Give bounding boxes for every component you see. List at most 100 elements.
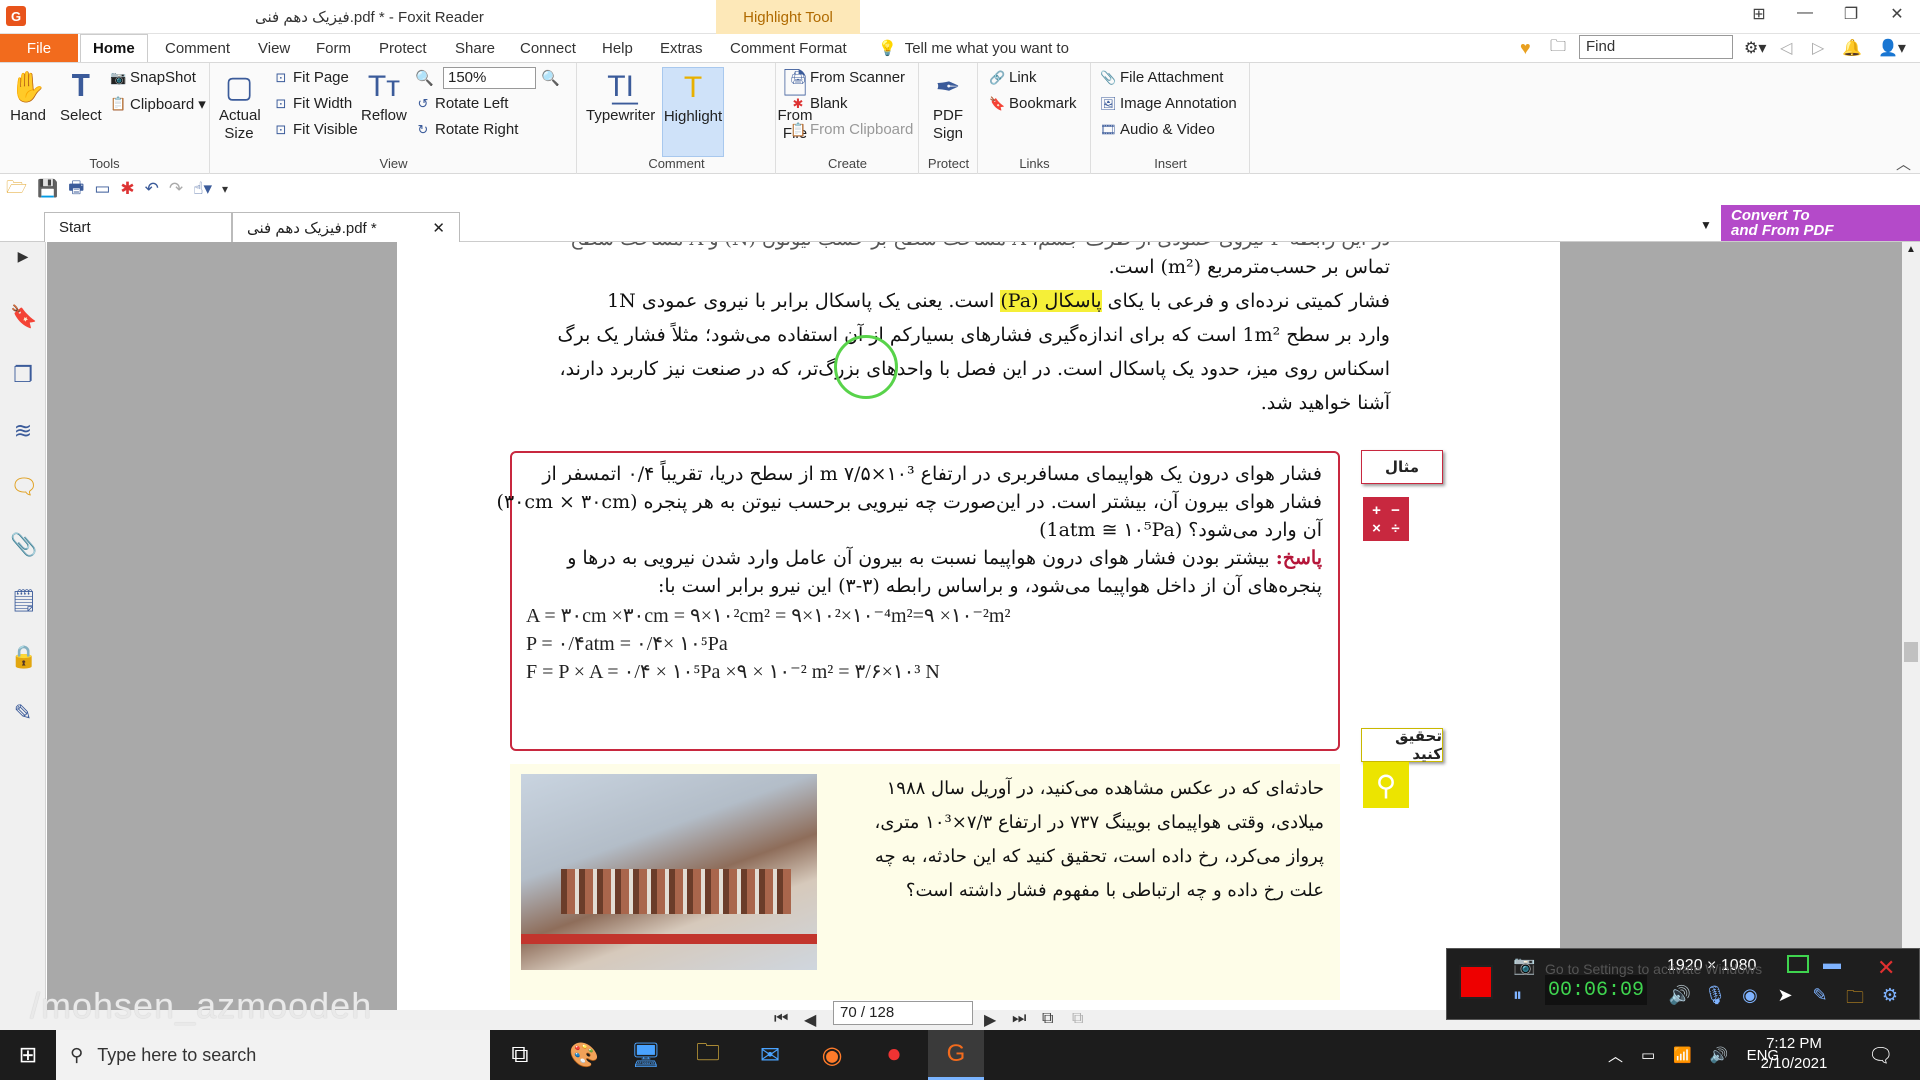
find-input[interactable]: Find [1579, 35, 1733, 59]
fit-page-button[interactable]: ⊡ Fit Page [273, 69, 349, 86]
sign-tool-icon[interactable]: ✎ [10, 700, 36, 726]
zoom-select[interactable]: 150% [443, 67, 536, 89]
tab-extras[interactable]: Extras [660, 34, 703, 62]
file-tab[interactable]: File [0, 34, 78, 62]
tab-protect[interactable]: Protect [379, 34, 427, 62]
restore-button[interactable]: ❐ [1836, 4, 1866, 24]
vertical-scrollbar[interactable]: ▲ ▼ [1902, 242, 1920, 1010]
print-icon[interactable]: 🖶 [68, 175, 84, 204]
screen-icon[interactable]: ▭ [94, 179, 110, 199]
cursor-icon[interactable]: ➤ [1772, 985, 1798, 1011]
actual-size-button[interactable]: ▢ Actual Size [219, 67, 261, 143]
reflow-button[interactable]: Tт Reflow [361, 67, 407, 124]
tell-me-box[interactable]: 💡 Tell me what you want to [878, 34, 1069, 62]
view-mode-2-icon[interactable]: ⧉ [1072, 1010, 1083, 1028]
webcam-icon[interactable]: ◉ [1737, 985, 1763, 1011]
next-page-icon[interactable]: ▶ [984, 1010, 996, 1030]
tab-start[interactable]: Start [44, 212, 232, 242]
tab-document[interactable]: فیزیک دهم فنی.pdf * ✕ [232, 212, 460, 242]
clipboard-button[interactable]: 📋 Clipboard ▾ [110, 95, 206, 114]
find-folder-icon[interactable]: 🗀 [1550, 34, 1566, 62]
view-mode-icon[interactable]: ⧉ [1042, 1010, 1053, 1028]
ribbon-display-icon[interactable]: ⊞ [1744, 4, 1774, 24]
bell-icon[interactable]: 🔔 [1842, 34, 1862, 62]
notification-icon[interactable]: 🗨 [1868, 1030, 1893, 1080]
close-button[interactable]: ✕ [1882, 4, 1912, 24]
tab-list-dropdown-icon[interactable]: ▼ [1700, 218, 1712, 232]
highlight-button[interactable]: T Highlight [662, 67, 724, 157]
snapshot-button[interactable]: 📷 SnapShot [110, 69, 196, 86]
prev-arrow-icon[interactable]: ◁ [1780, 34, 1792, 62]
settings-gear-icon[interactable]: ⚙▾ [1744, 34, 1766, 62]
scroll-up-icon[interactable]: ▲ [1906, 244, 1916, 255]
foxit-logo-icon[interactable]: G [6, 6, 26, 26]
last-page-icon[interactable]: ⏭ [1012, 1010, 1026, 1028]
bookmark-button[interactable]: 🔖 Bookmark [989, 95, 1077, 112]
file-explorer-icon[interactable]: 🗀 [680, 1030, 736, 1080]
from-clipboard-button[interactable]: 📋 From Clipboard [790, 121, 913, 138]
draw-pen-icon[interactable]: ✎ [1807, 985, 1833, 1011]
folder-icon[interactable]: 🗀 [1842, 985, 1868, 1011]
new-icon[interactable]: ✱ [120, 179, 134, 199]
tab-help[interactable]: Help [602, 34, 633, 62]
volume-icon[interactable]: 🔊 [1710, 1046, 1729, 1064]
collapse-ribbon-icon[interactable]: ︿ [1896, 153, 1911, 174]
battery-icon[interactable]: ▭ [1641, 1046, 1655, 1064]
audio-video-button[interactable]: 🎞 Audio & Video [1100, 121, 1215, 138]
comments-panel-icon[interactable]: 🗨 [10, 474, 38, 500]
tab-connect[interactable]: Connect [520, 34, 576, 62]
previous-page-icon[interactable]: ◀ [804, 1010, 816, 1030]
fit-width-button[interactable]: ⊡ Fit Width [273, 95, 353, 112]
file-attachment-button[interactable]: 📎 File Attachment [1100, 69, 1223, 86]
open-folder-icon[interactable]: 🗁 [6, 175, 27, 204]
layers-panel-icon[interactable]: ≋ [10, 418, 36, 444]
close-recorder-icon[interactable]: ✕ [1877, 955, 1895, 981]
first-page-icon[interactable]: ⏮ [774, 1010, 788, 1028]
stop-recording-button[interactable] [1459, 965, 1493, 999]
rotate-left-button[interactable]: ↺ Rotate Left [415, 95, 509, 112]
rotate-right-button[interactable]: ↻ Rotate Right [415, 121, 519, 138]
pause-icon[interactable]: ⏸ [1513, 985, 1522, 1006]
undo-icon[interactable]: ↶ [145, 179, 159, 199]
minimize-recorder-icon[interactable]: ▬ [1823, 953, 1841, 974]
signature-panel-icon[interactable]: 🗒 [10, 588, 38, 614]
save-icon[interactable]: 💾 [37, 179, 58, 199]
link-button[interactable]: 🔗 Link [989, 69, 1037, 86]
paint-app-icon[interactable]: 🎨 [556, 1030, 612, 1080]
image-annotation-button[interactable]: 🖼 Image Annotation [1100, 95, 1237, 112]
recorder-app-icon[interactable]: ⏺ [866, 1030, 922, 1080]
windows-start-icon[interactable]: ⊞ [0, 1030, 56, 1080]
minimize-button[interactable]: — [1790, 4, 1820, 22]
customize-icon[interactable]: ▾ [222, 182, 228, 196]
wifi-icon[interactable]: 📶 [1673, 1046, 1692, 1064]
typewriter-button[interactable]: T͟I Typewriter [586, 67, 655, 124]
pages-panel-icon[interactable]: ❐ [10, 362, 36, 388]
camera-icon[interactable]: 📷 [1513, 955, 1535, 976]
expand-panel-icon[interactable]: ▶ [10, 248, 36, 274]
document-viewer[interactable]: در این رابطه F نیروی عمودی از طرف جسم، A… [47, 242, 1902, 1010]
pdf-sign-button[interactable]: ✒ PDF Sign [930, 67, 966, 143]
tab-comment[interactable]: Comment [165, 34, 230, 62]
foxit-reader-taskbar-icon[interactable]: G [928, 1030, 984, 1080]
zoom-out-icon[interactable]: 🔍 [415, 69, 434, 87]
scroll-thumb[interactable] [1904, 642, 1918, 662]
highlighted-text[interactable]: پاسکال (Pa) [1000, 290, 1102, 312]
task-view-icon[interactable]: ⧉ [492, 1030, 548, 1080]
microphone-icon[interactable]: 🎙 [1702, 985, 1728, 1011]
convert-pdf-banner[interactable]: Convert To and From PDF [1721, 205, 1920, 241]
taskbar-clock[interactable]: 7:12 PM 2/10/2021 [1752, 1034, 1836, 1074]
tray-chevron-icon[interactable]: ︿ [1608, 1045, 1623, 1066]
mail-icon[interactable]: ✉ [742, 1030, 798, 1080]
next-arrow-icon[interactable]: ▷ [1812, 34, 1824, 62]
speaker-icon[interactable]: 🔊 [1667, 985, 1693, 1011]
hand-button[interactable]: ✋ Hand [9, 67, 46, 125]
fit-visible-button[interactable]: ⊡ Fit Visible [273, 121, 358, 138]
tab-form[interactable]: Form [316, 34, 351, 62]
hand-tool-icon[interactable]: ☝▾ [193, 179, 212, 199]
redo-icon[interactable]: ↷ [169, 179, 183, 199]
page-number-input[interactable]: 70 / 128 [833, 1001, 973, 1025]
highlight-tool-context-tab[interactable]: Highlight Tool [716, 0, 860, 34]
region-icon[interactable] [1787, 955, 1809, 973]
user-icon[interactable]: 👤▾ [1878, 34, 1906, 62]
tab-home[interactable]: Home [80, 34, 148, 62]
